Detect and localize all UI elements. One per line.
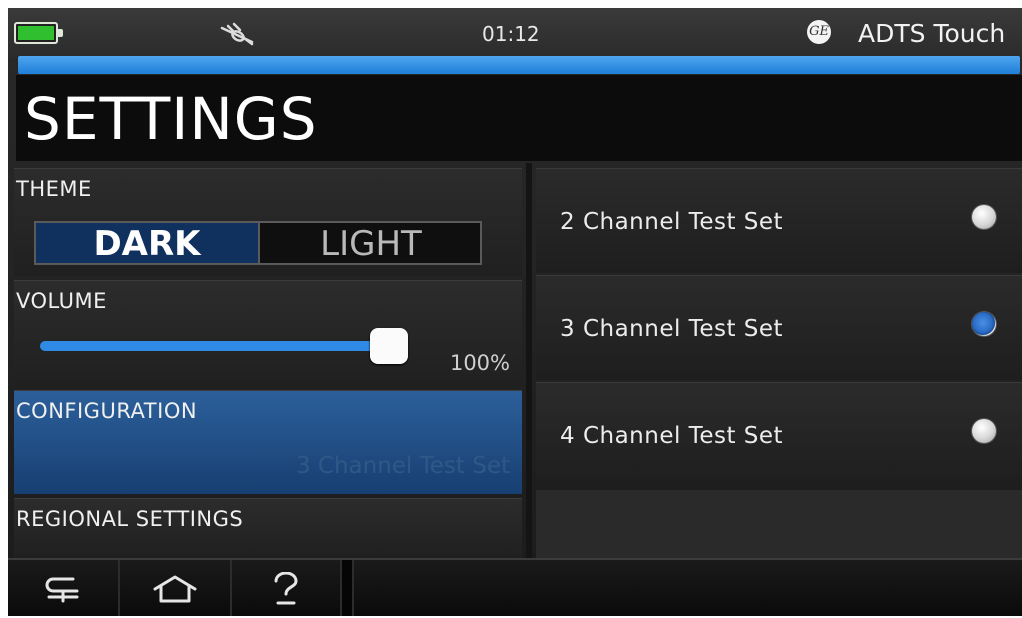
- device-screen: 01:12 GE ADTS Touch SETTINGS THEME DARK …: [8, 8, 1022, 616]
- theme-panel: THEME DARK LIGHT: [14, 168, 522, 276]
- configuration-panel[interactable]: CONFIGURATION 3 Channel Test Set: [14, 390, 522, 494]
- radio-button-selected[interactable]: [972, 312, 996, 336]
- theme-label: THEME: [16, 177, 92, 201]
- column-divider: [526, 163, 532, 558]
- config-option-3-channel[interactable]: 3 Channel Test Set: [536, 275, 1022, 380]
- config-option-2-channel[interactable]: 2 Channel Test Set: [536, 168, 1022, 273]
- page-title: SETTINGS: [24, 85, 318, 153]
- theme-light-option[interactable]: LIGHT: [260, 223, 482, 264]
- help-icon: [274, 572, 298, 605]
- config-option-label: 3 Channel Test Set: [560, 316, 784, 342]
- title-bar: SETTINGS: [16, 75, 1022, 161]
- config-option-4-channel[interactable]: 4 Channel Test Set: [536, 382, 1022, 487]
- nav-separator: [342, 560, 354, 616]
- regional-settings-panel[interactable]: REGIONAL SETTINGS: [14, 498, 522, 558]
- volume-value: 100%: [449, 351, 510, 375]
- configuration-label: CONFIGURATION: [16, 399, 198, 423]
- volume-slider-thumb[interactable]: [370, 328, 408, 364]
- navigation-bar: [8, 558, 1022, 616]
- right-panel-empty: [536, 490, 1022, 558]
- volume-slider-track[interactable]: [40, 341, 380, 351]
- theme-toggle[interactable]: DARK LIGHT: [34, 221, 482, 265]
- plug-disconnected-icon: [220, 22, 254, 46]
- regional-settings-label: REGIONAL SETTINGS: [16, 507, 244, 531]
- home-button[interactable]: [120, 560, 232, 616]
- volume-panel: VOLUME 100%: [14, 280, 522, 386]
- radio-button[interactable]: [972, 205, 996, 229]
- volume-label: VOLUME: [16, 289, 107, 313]
- configuration-value: 3 Channel Test Set: [295, 453, 510, 479]
- ge-logo: GE: [807, 20, 831, 44]
- device-name: ADTS Touch: [858, 19, 1006, 48]
- config-option-label: 2 Channel Test Set: [560, 209, 784, 235]
- config-option-label: 4 Channel Test Set: [560, 423, 784, 449]
- back-icon: [45, 577, 79, 603]
- help-button[interactable]: [232, 560, 342, 616]
- theme-dark-option[interactable]: DARK: [36, 223, 260, 264]
- battery-icon: [14, 22, 63, 44]
- status-progress-bar: [18, 56, 1020, 74]
- status-bar: 01:12 GE ADTS Touch: [8, 8, 1022, 58]
- radio-button[interactable]: [972, 419, 996, 443]
- clock-time: 01:12: [482, 22, 540, 46]
- back-button[interactable]: [8, 560, 120, 616]
- home-icon: [153, 575, 197, 603]
